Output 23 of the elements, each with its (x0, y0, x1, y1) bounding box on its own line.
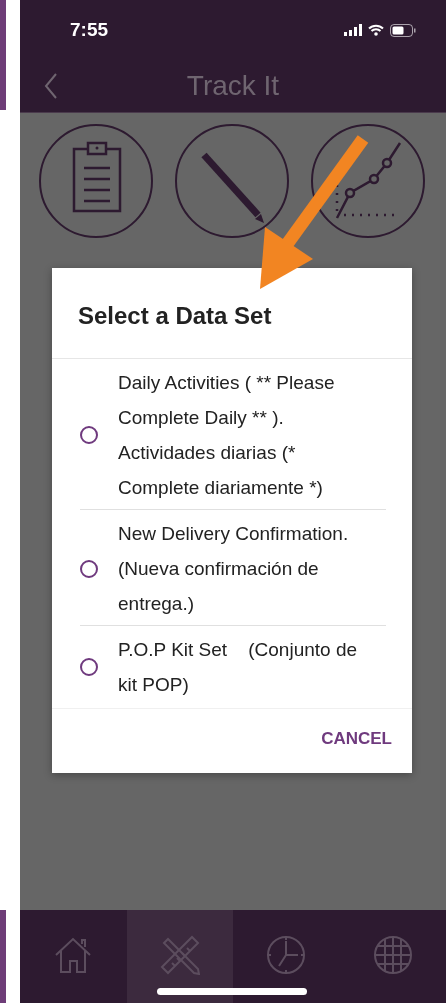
option-item[interactable]: New Delivery Confirmation. (Nueva confirmación de entrega.) (80, 510, 386, 626)
option-item[interactable]: P.O.P Kit Set (Conjunto de kit POP) (80, 626, 386, 708)
option-label: P.O.P Kit Set (Conjunto de kit POP) (118, 638, 359, 697)
signal-icon (344, 24, 362, 36)
clock-icon (266, 935, 307, 975)
status-time: 7:55 (70, 19, 109, 41)
radio-button[interactable] (80, 426, 98, 444)
back-icon[interactable] (44, 73, 58, 99)
line-chart-icon[interactable] (310, 123, 426, 239)
option-item[interactable]: Daily Activities ( ** Please Complete Daily ** ). Actividades diarias (* Complete diariamente *) (80, 359, 386, 510)
radio-button[interactable] (80, 658, 98, 676)
battery-icon (390, 23, 416, 37)
clipboard-icon[interactable] (38, 123, 154, 239)
globe-icon (372, 935, 413, 975)
radio-button[interactable] (80, 559, 98, 578)
nav-title: Track It (185, 70, 281, 102)
wifi-icon (368, 24, 384, 36)
option-label: New Delivery Confirmation. (Nueva confirmación de entrega.) (118, 522, 350, 616)
option-label: Daily Activities ( ** Please Complete Daily ** ). Actividades diarias (* Complete diariamente *) (118, 371, 336, 500)
ruler-pencil-icon (159, 935, 200, 975)
tab-item[interactable] (126, 910, 233, 1003)
pencil-icon[interactable] (174, 123, 290, 239)
cancel-button[interactable]: CANCEL (317, 725, 396, 753)
